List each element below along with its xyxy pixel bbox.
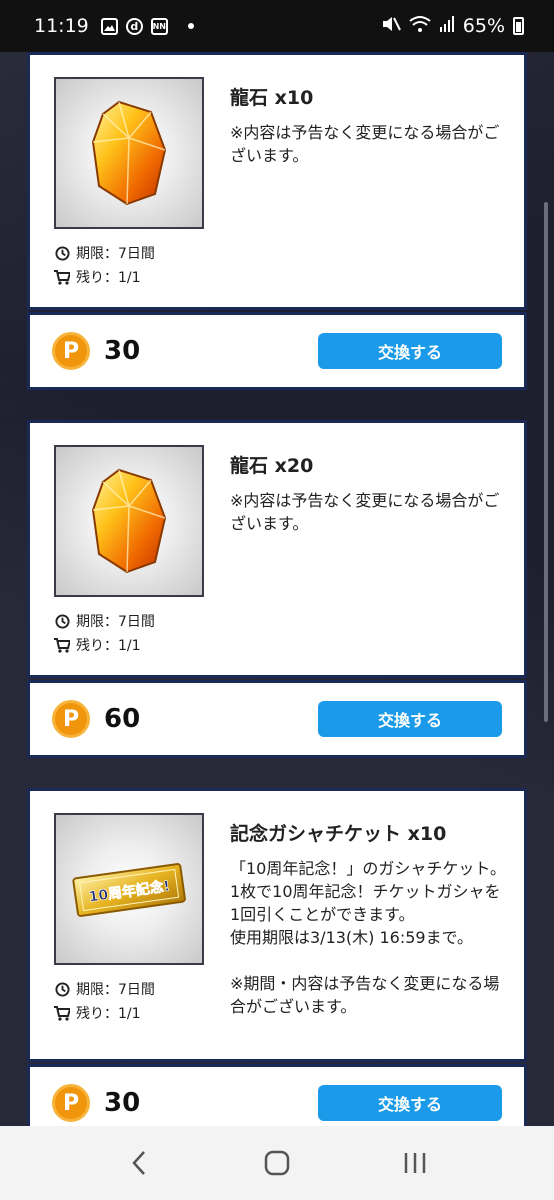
price: 60 <box>104 704 141 734</box>
wifi-icon <box>409 15 431 38</box>
item-description: ※内容は予告なく変更になる場合がございます。 <box>230 123 500 165</box>
point-coin-icon: P <box>52 332 90 370</box>
point-coin-icon: P <box>52 1084 90 1122</box>
scrollbar[interactable] <box>544 202 548 722</box>
exchange-button[interactable]: 交換する <box>318 333 502 369</box>
battery-percent: 65% <box>462 15 505 37</box>
gallery-icon <box>100 17 118 35</box>
navigation-bar <box>0 1126 554 1200</box>
remaining-label: 残り：1/1 <box>76 1006 141 1022</box>
remaining-row: 残り：1/1 <box>54 635 141 655</box>
item-description: 「10周年記念！」のガシャチケット。 1枚で10周年記念！チケットガシャを1回引… <box>230 859 507 1016</box>
price: 30 <box>104 336 141 366</box>
remaining-label: 残り：1/1 <box>76 638 141 654</box>
point-coin-icon: P <box>52 700 90 738</box>
mute-icon <box>381 15 401 38</box>
item-title: 記念ガシャチケット x10 <box>230 823 447 845</box>
remaining-label: 残り：1/1 <box>76 270 141 286</box>
exchange-button[interactable]: 交換する <box>318 1085 502 1121</box>
dragon-stone-icon <box>54 77 204 229</box>
cart-icon <box>54 269 70 285</box>
period-row: 期限：7日間 <box>54 611 155 631</box>
price-row: P 60 交換する <box>27 680 527 758</box>
clock-icon <box>54 613 70 629</box>
price-row: P 30 交換する <box>27 312 527 390</box>
notification-dot-icon <box>187 23 194 29</box>
back-icon[interactable] <box>119 1143 159 1183</box>
clock-icon <box>54 981 70 997</box>
d-icon: d <box>125 17 143 35</box>
cart-icon <box>54 637 70 653</box>
item-card: 期限：7日間 残り：1/1 龍石 x10 ※内容は予告なく変更になる場合がござい… <box>27 52 527 310</box>
battery-icon <box>513 17 524 35</box>
status-bar: 11:19 d NN 65% <box>0 0 554 52</box>
status-time: 11:19 <box>34 15 89 37</box>
period-row: 期限：7日間 <box>54 979 155 999</box>
recents-icon[interactable] <box>395 1143 435 1183</box>
signal-icon <box>439 15 455 37</box>
gacha-ticket-icon: 10周年記念! <box>54 813 204 965</box>
home-icon[interactable] <box>257 1143 297 1183</box>
price: 30 <box>104 1088 141 1118</box>
clock-icon <box>54 245 70 261</box>
exchange-button[interactable]: 交換する <box>318 701 502 737</box>
period-label: 期限：7日間 <box>76 982 155 998</box>
item-title: 龍石 x20 <box>230 455 314 477</box>
period-row: 期限：7日間 <box>54 243 155 263</box>
remaining-row: 残り：1/1 <box>54 267 141 287</box>
item-card: 10周年記念! 期限：7日間 残り：1/1 記念ガシャチケット x10 「10周… <box>27 788 527 1062</box>
item-title: 龍石 x10 <box>230 87 314 109</box>
item-description: ※内容は予告なく変更になる場合がございます。 <box>230 491 500 533</box>
period-label: 期限：7日間 <box>76 614 155 630</box>
cart-icon <box>54 1005 70 1021</box>
period-label: 期限：7日間 <box>76 246 155 262</box>
remaining-row: 残り：1/1 <box>54 1003 141 1023</box>
nn-icon: NN <box>150 17 168 35</box>
dragon-stone-icon <box>54 445 204 597</box>
item-card: 期限：7日間 残り：1/1 龍石 x20 ※内容は予告なく変更になる場合がござい… <box>27 420 527 678</box>
